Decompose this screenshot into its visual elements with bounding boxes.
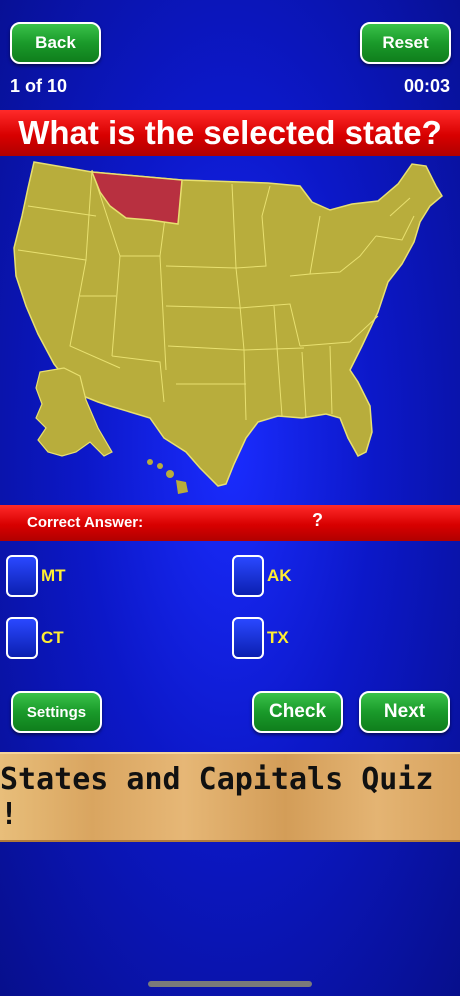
choice-checkbox[interactable] — [6, 617, 38, 659]
choice-checkbox[interactable] — [232, 617, 264, 659]
choice-ct[interactable]: CT — [6, 617, 64, 659]
back-button[interactable]: Back — [10, 22, 101, 64]
settings-button[interactable]: Settings — [11, 691, 102, 733]
choice-label: CT — [41, 628, 64, 647]
choice-checkbox[interactable] — [232, 555, 264, 597]
wood-banner: States and Capitals Quiz ! — [0, 752, 460, 842]
choice-label: TX — [267, 628, 289, 647]
choice-tx[interactable]: TX — [232, 617, 289, 659]
choice-label: AK — [267, 566, 292, 585]
progress-counter: 1 of 10 — [10, 76, 68, 96]
banner-title: States and Capitals Quiz ! — [0, 762, 434, 832]
choice-checkbox[interactable] — [6, 555, 38, 597]
next-button[interactable]: Next — [359, 691, 450, 733]
choice-ak[interactable]: AK — [232, 555, 292, 597]
hawaii-shapes — [147, 459, 188, 494]
home-indicator[interactable] — [148, 981, 312, 987]
correct-answer-label: Correct Answer: — [27, 514, 144, 531]
reset-button[interactable]: Reset — [360, 22, 451, 64]
choice-label: MT — [41, 566, 66, 585]
question-title: What is the selected state? — [0, 110, 460, 156]
correct-answer-value: ? — [312, 510, 323, 530]
timer: 00:03 — [403, 76, 450, 96]
correct-answer-bar: Correct Answer: ? — [0, 505, 460, 541]
choice-mt[interactable]: MT — [6, 555, 66, 597]
check-button[interactable]: Check — [252, 691, 343, 733]
us-map — [13, 161, 443, 494]
